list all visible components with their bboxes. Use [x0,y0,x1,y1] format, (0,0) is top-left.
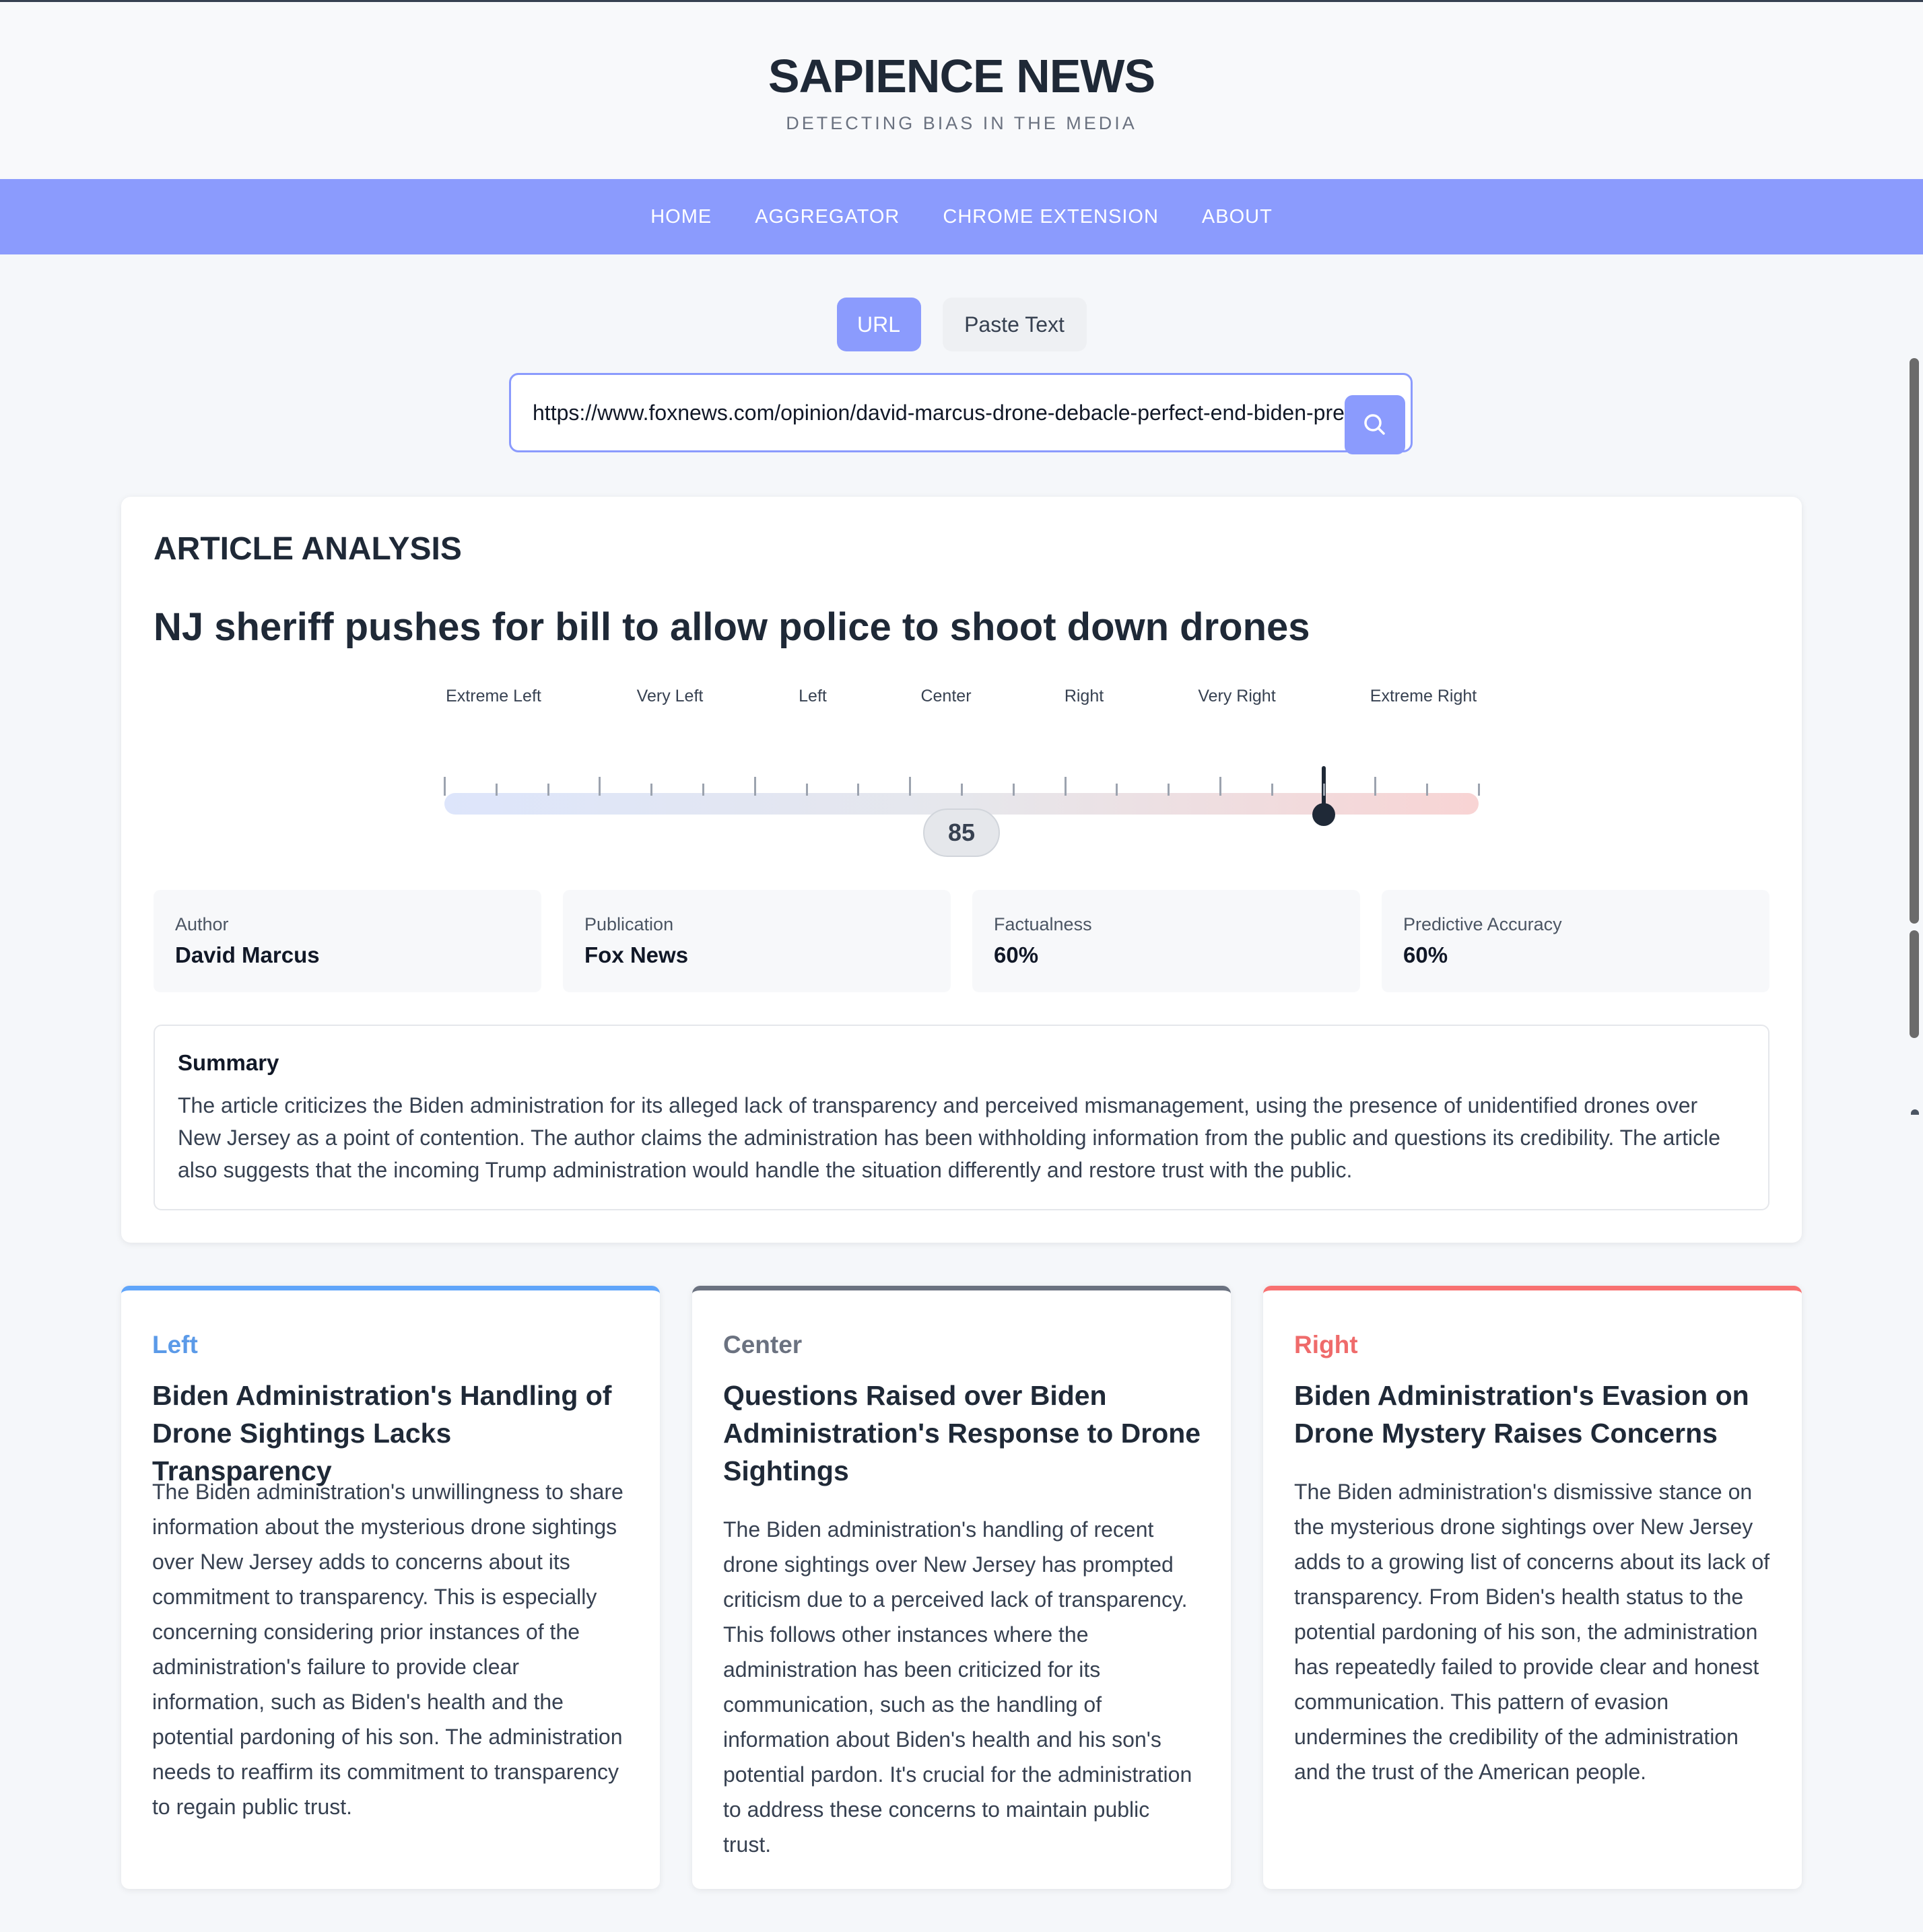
article-stats: Author David Marcus Publication Fox News… [154,890,1769,992]
search-icon [1364,414,1385,435]
scrollbar-arrow-icon[interactable] [1911,1109,1919,1115]
summary-text: The article criticizes the Biden adminis… [178,1093,1720,1182]
scale-tick [805,784,808,796]
nav-aggregator-link[interactable]: AGGREGATOR [755,206,900,228]
stat-label: Publication [584,914,674,934]
scale-tick [1478,784,1480,796]
right-perspective-card: Right Biden Administration's Evasion on … [1263,1286,1802,1889]
scale-tick [599,777,601,796]
bias-indicator-knob [1312,803,1335,826]
article-analysis-card: ARTICLE ANALYSIS NJ sheriff pushes for b… [121,497,1802,1243]
perspective-label: Center [723,1331,803,1358]
stat-label: Factualness [994,914,1092,934]
stat-value: 60% [994,942,1039,967]
scale-tick [1012,784,1015,796]
perspective-body: The Biden administration's dismissive st… [1294,1480,1770,1784]
url-mode-tab[interactable]: URL [836,298,921,351]
perspective-headline: Biden Administration's Evasion on Drone … [1294,1380,1749,1449]
scrollbar-thumb[interactable] [1910,358,1919,924]
url-input[interactable]: https://www.foxnews.com/opinion/david-ma… [533,375,1381,450]
scale-tick [909,777,912,796]
scale-tick [702,784,704,796]
publication-stat: Publication Fox News [563,890,951,992]
scale-tick [547,784,549,796]
nav-about-link[interactable]: ABOUT [1202,206,1273,228]
url-input-box: https://www.foxnews.com/opinion/david-ma… [509,373,1413,454]
analysis-heading: ARTICLE ANALYSIS [154,531,462,567]
scale-label-very-left: Very Left [636,687,704,705]
scale-label-center: Center [920,687,972,705]
stat-value: David Marcus [175,942,320,967]
nav-chrome-extension-link[interactable]: CHROME EXTENSION [943,206,1159,228]
left-perspective-card: Left Biden Administration's Handling of … [121,1286,660,1889]
factualness-stat: Factualness 60% [972,890,1360,992]
scale-tick [444,777,446,796]
scale-label-left: Left [799,687,827,705]
site-title[interactable]: SAPIENCE NEWS [0,49,1923,103]
scale-tick [1426,784,1429,796]
scale-label-extreme-right: Extreme Right [1370,687,1477,705]
author-stat: Author David Marcus [154,890,541,992]
summary-title: Summary [178,1050,279,1075]
bias-score-badge: 85 [923,808,1000,857]
perspective-body: The Biden administration's handling of r… [723,1517,1192,1857]
stat-value: Fox News [584,942,689,967]
predictive-accuracy-stat: Predictive Accuracy 60% [1382,890,1769,992]
nav-home-link[interactable]: HOME [650,206,712,228]
search-button[interactable] [1345,395,1405,454]
perspective-headline: Biden Administration's Handling of Drone… [152,1380,612,1486]
paste-text-mode-tab[interactable]: Paste Text [942,298,1087,351]
scale-tick [1168,784,1170,796]
perspective-label: Right [1294,1331,1358,1358]
perspective-body: The Biden administration's unwillingness… [152,1480,623,1819]
scale-tick [650,784,653,796]
perspective-label: Left [152,1331,198,1358]
scale-tick [961,784,963,796]
perspective-headline: Questions Raised over Biden Administrati… [723,1380,1201,1486]
main-nav: HOME AGGREGATOR CHROME EXTENSION ABOUT [0,179,1923,254]
article-title: NJ sheriff pushes for bill to allow poli… [154,605,1310,649]
site-tagline: DETECTING BIAS IN THE MEDIA [786,113,1137,133]
summary-box: Summary The article criticizes the Biden… [154,1025,1769,1210]
scale-tick [1116,784,1118,796]
scale-tick [1374,777,1377,796]
scale-tick [1219,777,1221,796]
scale-label-right: Right [1064,687,1104,705]
site-header: SAPIENCE NEWS DETECTING BIAS IN THE MEDI… [0,2,1923,178]
scale-tick [495,784,498,796]
scale-tick [857,784,860,796]
stat-label: Predictive Accuracy [1403,914,1562,934]
stat-value: 60% [1403,942,1448,967]
center-perspective-card: Center Questions Raised over Biden Admin… [692,1286,1231,1889]
stat-label: Author [175,914,229,934]
scale-tick [1271,784,1273,796]
scale-tick [753,777,756,796]
scale-label-very-right: Very Right [1198,687,1276,705]
scale-label-extreme-left: Extreme Left [446,687,541,705]
scale-tick [1064,777,1067,796]
scrollbar-thumb-secondary[interactable] [1910,930,1919,1038]
input-mode-tabs: URL Paste Text [0,298,1923,351]
scale-tick [1322,784,1325,796]
